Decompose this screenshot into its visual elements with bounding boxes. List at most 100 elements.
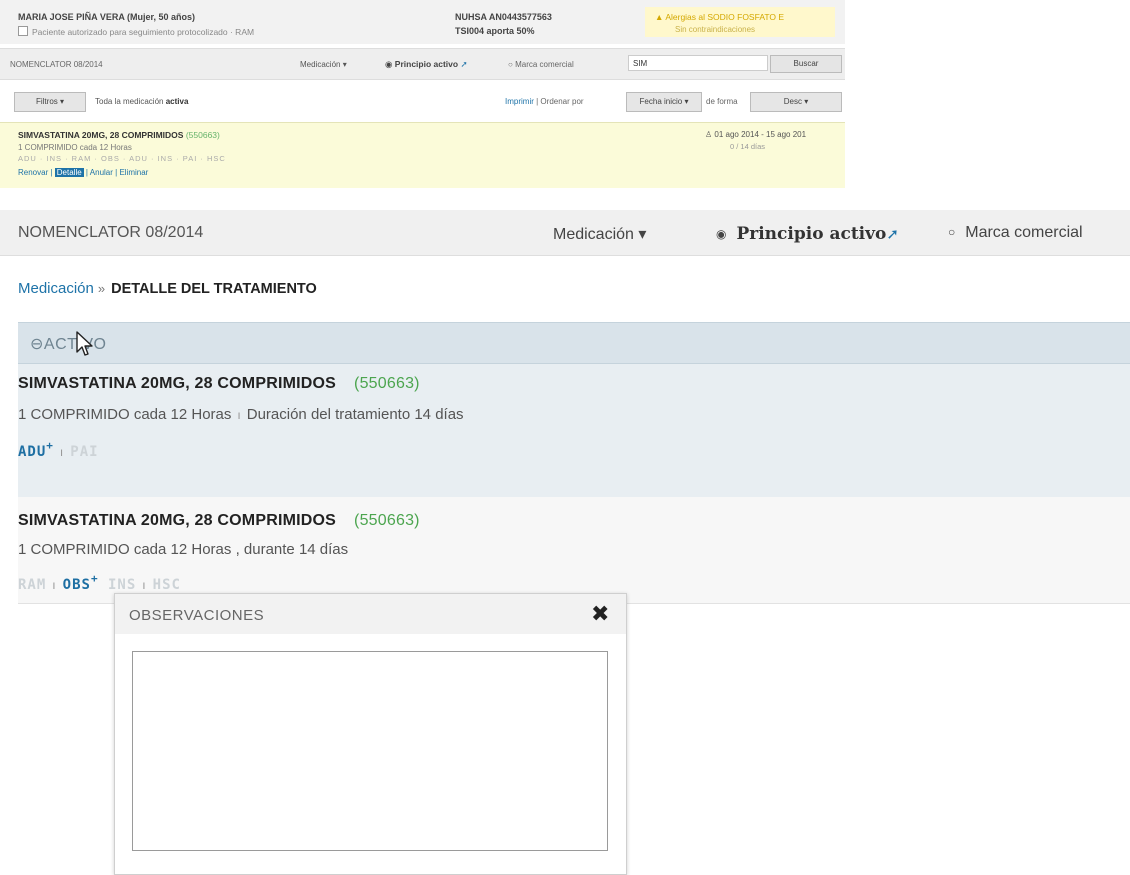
thumb-detalle-link[interactable]: Detalle (54, 168, 84, 177)
activo-section-header[interactable]: ⊖ACTIVO (18, 322, 1130, 364)
thumb-authorized-checkbox[interactable]: Paciente autorizado para seguimiento pro… (18, 26, 254, 37)
plus-icon: + (46, 439, 54, 452)
thumb-drug-code: (550663) (185, 130, 220, 140)
radio-unchecked-icon: ○ (948, 225, 956, 239)
tag-adu-label: ADU (18, 444, 47, 460)
treatment1-code: (550663) (354, 375, 420, 392)
minus-circle-icon: ⊖ (30, 336, 44, 353)
activo-toggle[interactable]: ⊖ACTIVO (30, 334, 106, 354)
radio-unchecked-icon: ○ (508, 60, 513, 69)
close-icon[interactable]: ✖ (591, 601, 609, 627)
thumb-renovar-link[interactable]: Renovar (18, 168, 48, 177)
tag-obs[interactable]: OBS+ (62, 572, 99, 593)
thumb-desc-dropdown[interactable]: Desc ▾ (750, 92, 842, 112)
popup-header: OBSERVACIONES ✖ (115, 594, 626, 634)
thumb-search-input[interactable]: SIM (628, 55, 768, 71)
thumb-ordenar-label: | Ordenar por (536, 97, 584, 106)
tag-ins[interactable]: INS (108, 577, 136, 593)
treatment1-dose: 1 COMPRIMIDO cada 12 Horas (18, 406, 232, 423)
treatment-row-2: SIMVASTATINA 20MG, 28 COMPRIMIDOS (550663… (18, 497, 1130, 604)
treatment1-name: SIMVASTATINA 20MG, 28 COMPRIMIDOS (18, 375, 337, 392)
thumb-eliminar-link[interactable]: Eliminar (119, 168, 148, 177)
thumb-fecha-dropdown[interactable]: Fecha inicio ▾ (626, 92, 702, 112)
thumb-dose: 1 COMPRIMIDO cada 12 Horas (18, 143, 132, 152)
separator: ı (52, 578, 57, 592)
plus-icon: + (90, 572, 99, 585)
thumb-no-contra: Sin contraindicaciones (675, 25, 756, 34)
thumb-treatment-card: SIMVASTATINA 20MG, 28 COMPRIMIDOS (55066… (0, 122, 845, 188)
thumb-authorized-label: Paciente autorizado para seguimiento pro… (32, 27, 255, 37)
thumb-de-forma: de forma (706, 97, 738, 106)
thumb-nuhsa: NUHSA AN0443577563 (455, 12, 552, 22)
radio-checked-icon: ◉ (385, 59, 393, 69)
thumb-nomenclator: NOMENCLATOR 08/2014 (10, 60, 103, 69)
thumb-filters-bar: Filtros ▾ Toda la medicación activa Impr… (0, 82, 845, 118)
breadcrumb-medicacion-link[interactable]: Medicación (18, 280, 94, 297)
thumb-alert-box: ▲ Alergias al SODIO FOSFATO E Sin contra… (645, 7, 835, 37)
thumb-imprimir-area: Imprimir | Ordenar por (505, 97, 584, 106)
thumb-filter-bold: activa (165, 97, 189, 106)
treatment2-code: (550663) (354, 512, 420, 529)
thumb-medicacion-menu[interactable]: Medicación ▾ (300, 60, 347, 69)
thumb-pa-label: Principio activo (394, 59, 459, 69)
breadcrumb: Medicación» DETALLE DEL TRATAMIENTO (18, 280, 317, 297)
tag-adu[interactable]: ADU+ (18, 439, 54, 460)
treatment2-title: SIMVASTATINA 20MG, 28 COMPRIMIDOS (550663… (18, 512, 420, 530)
pin-icon: ➚ (460, 59, 468, 69)
separator: ı (237, 408, 241, 422)
popup-title: OBSERVACIONES (129, 607, 265, 624)
activo-label: ACTIVO (43, 336, 107, 353)
thumb-filter-summary: Toda la medicación activa (95, 97, 188, 106)
thumb-patient-header: MARIA JOSE PIÑA VERA (Mujer, 50 años) Pa… (0, 0, 845, 44)
thumb-patient-name: MARIA JOSE PIÑA VERA (Mujer, 50 años) (18, 12, 196, 22)
thumb-alert: ▲ Alergias al SODIO FOSFATO E (655, 12, 784, 22)
thumb-radio-principio-activo[interactable]: ◉ Principio activo ➚ (385, 59, 468, 70)
thumb-actions: Renovar | Detalle | Anular | Eliminar (18, 168, 149, 177)
principio-activo-label: Principio activo (736, 224, 887, 244)
separator: ı (59, 445, 65, 459)
thumb-days: 0 / 14 días (730, 142, 766, 151)
medicacion-dropdown[interactable]: Medicación ▾ (553, 224, 646, 244)
treatment2-name: SIMVASTATINA 20MG, 28 COMPRIMIDOS (18, 512, 337, 529)
treatment2-tags: RAM ı OBS+ INS ı HSC (18, 572, 181, 593)
breadcrumb-separator: » (97, 281, 106, 296)
treatment1-dose-line: 1 COMPRIMIDO cada 12 Horas ı Duración del … (18, 406, 464, 423)
thumb-search-bar: NOMENCLATOR 08/2014 Medicación ▾ ◉ Princ… (0, 48, 845, 80)
thumb-filter-prefix: Toda la medicación (95, 97, 164, 106)
radio-principio-activo[interactable]: ◉ Principio activo➚ (716, 224, 899, 244)
tag-hsc[interactable]: HSC (153, 577, 181, 593)
marca-comercial-label: Marca comercial (965, 224, 1083, 241)
thumb-drug-name: SIMVASTATINA 20MG, 28 COMPRIMIDOS (18, 130, 184, 140)
radio-marca-comercial[interactable]: ○ Marca comercial (948, 224, 1083, 242)
treatment2-dose: 1 COMPRIMIDO cada 12 Horas , durante 14 … (18, 541, 349, 558)
thumb-imprimir-link[interactable]: Imprimir (505, 97, 534, 106)
thumb-drug-title: SIMVASTATINA 20MG, 28 COMPRIMIDOS (55066… (18, 130, 220, 140)
thumb-buscar-button[interactable]: Buscar (770, 55, 842, 73)
observaciones-textarea[interactable] (132, 651, 608, 851)
pin-icon: ➚ (886, 226, 899, 243)
preview-thumbnail: MARIA JOSE PIÑA VERA (Mujer, 50 años) Pa… (0, 0, 845, 188)
thumb-anular-link[interactable]: Anular (90, 168, 113, 177)
tag-pai[interactable]: PAI (70, 444, 98, 460)
thumb-tags: ADU · INS · RAM · OBS · ADU · INS · PAI … (18, 154, 226, 163)
user-icon: ♙ (705, 130, 713, 139)
tag-ram[interactable]: RAM (18, 577, 46, 593)
activo-section: ⊖ACTIVO SIMVASTATINA 20MG, 28 COMPRIMIDO… (18, 322, 1130, 497)
observaciones-popup: OBSERVACIONES ✖ (114, 593, 627, 875)
thumb-radio-marca-comercial[interactable]: ○ Marca comercial (508, 60, 574, 69)
treatment1-duration: Duración del tratamiento 14 días (246, 406, 464, 423)
treatment1-tags: ADU+ ı PAI (18, 439, 99, 460)
thumb-alert-text: Alergias al SODIO FOSFATO E (665, 12, 785, 22)
radio-checked-icon: ◉ (716, 227, 727, 241)
thumb-filtros-button[interactable]: Filtros ▾ (14, 92, 86, 112)
main-search-bar: NOMENCLATOR 08/2014 Medicación ▾ ◉ Princi… (0, 210, 1130, 256)
thumb-date-text: 01 ago 2014 - 15 ago 201 (714, 130, 807, 139)
thumb-mc-label: Marca comercial (515, 60, 574, 69)
thumb-tsi: TSI004 aporta 50% (455, 26, 535, 36)
breadcrumb-current: DETALLE DEL TRATAMIENTO (111, 281, 317, 297)
separator: ı (142, 578, 147, 592)
warning-icon: ▲ (655, 12, 664, 22)
treatment1-title: SIMVASTATINA 20MG, 28 COMPRIMIDOS (550663… (18, 375, 420, 393)
tag-obs-label: OBS (62, 577, 91, 593)
nomenclator-label: NOMENCLATOR 08/2014 (18, 224, 204, 241)
